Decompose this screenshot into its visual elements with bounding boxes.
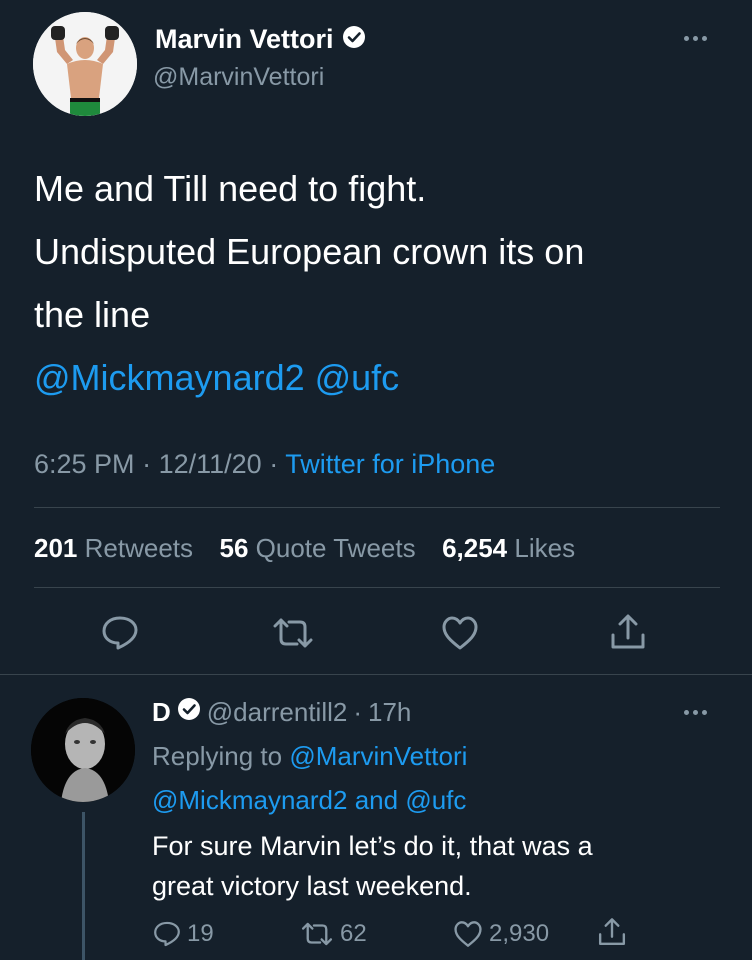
- verified-badge-icon: [177, 696, 201, 728]
- divider: [34, 587, 720, 588]
- like-icon: [442, 616, 478, 650]
- author-name[interactable]: Marvin Vettori: [155, 23, 334, 55]
- separator: ·: [269, 449, 279, 479]
- reply-icon: [154, 921, 180, 947]
- reply-avatar[interactable]: [31, 698, 135, 802]
- share-icon: [611, 614, 645, 649]
- reply-time[interactable]: 17h: [368, 696, 411, 728]
- retweet-button[interactable]: [271, 617, 315, 649]
- separator: ·: [142, 449, 152, 479]
- reply-button[interactable]: [101, 615, 139, 651]
- likes-count: 6,254: [442, 533, 508, 563]
- reply-retweet-button[interactable]: 62: [300, 920, 367, 948]
- reply-share-button[interactable]: [597, 917, 627, 947]
- retweet-icon: [273, 618, 313, 648]
- reply-icon: [102, 616, 138, 650]
- replying-to-user[interactable]: @Mickmaynard2: [152, 785, 347, 815]
- replying-to-user[interactable]: @ufc: [405, 785, 466, 815]
- verified-badge-icon: [342, 25, 366, 54]
- quotes-label: Quote Tweets: [255, 533, 416, 563]
- like-icon: [454, 921, 482, 947]
- tweet-stats: 201 Retweets 56 Quote Tweets 6,254 Likes: [34, 532, 575, 564]
- author-handle[interactable]: @MarvinVettori: [153, 62, 324, 92]
- reply-author-name[interactable]: D: [152, 696, 171, 728]
- replying-to-user[interactable]: @MarvinVettori: [289, 741, 467, 771]
- reply-author-handle[interactable]: @darrentill2: [207, 696, 348, 728]
- retweets-count: 201: [34, 533, 78, 563]
- share-button[interactable]: [609, 613, 647, 651]
- reply-avatar-image: [31, 698, 135, 802]
- reply-like-button[interactable]: 2,930: [453, 920, 549, 948]
- reply-header: D @darrentill2 · 17h: [152, 696, 411, 728]
- retweet-count: 62: [340, 920, 367, 947]
- tweet-meta: 6:25 PM · 12/11/20 · Twitter for iPhone: [34, 448, 495, 480]
- reply-text: For sure Marvin let’s do it, that was a …: [152, 826, 593, 906]
- tweet-mentions[interactable]: @Mickmaynard2 @ufc: [34, 346, 584, 409]
- quotes-stat[interactable]: 56 Quote Tweets: [219, 533, 422, 563]
- reply-text-line: For sure Marvin let’s do it, that was a: [152, 831, 593, 861]
- like-count: 2,930: [489, 920, 550, 947]
- avatar-image: [33, 12, 137, 116]
- tweet-date[interactable]: 12/11/20: [159, 449, 262, 479]
- thread-line: [82, 812, 85, 960]
- retweets-stat[interactable]: 201 Retweets: [34, 533, 200, 563]
- tweet-source[interactable]: Twitter for iPhone: [285, 449, 495, 479]
- tweet-text-line: Undisputed European crown its on: [34, 231, 585, 272]
- reply-reply-button[interactable]: 19: [153, 920, 214, 948]
- reply-more-options-icon[interactable]: [684, 710, 707, 715]
- like-button[interactable]: [441, 615, 479, 651]
- tweet-text: Me and Till need to fight. Undisputed Eu…: [34, 157, 584, 409]
- tweet-text-line: Me and Till need to fight.: [34, 168, 427, 209]
- divider: [34, 507, 720, 508]
- retweets-label: Retweets: [84, 533, 194, 563]
- likes-label: Likes: [514, 533, 576, 563]
- separator: ·: [353, 697, 363, 727]
- tweet-time[interactable]: 6:25 PM: [34, 449, 135, 479]
- reply-text-line: great victory last weekend.: [152, 871, 472, 901]
- more-options-icon[interactable]: [684, 36, 707, 41]
- replying-to: Replying to @MarvinVettori @Mickmaynard2…: [152, 734, 467, 822]
- tweet-text-line: the line: [34, 294, 151, 335]
- author-row: Marvin Vettori: [155, 23, 366, 55]
- retweet-icon: [301, 922, 333, 946]
- replying-to-and: and: [354, 785, 399, 815]
- avatar[interactable]: [33, 12, 137, 116]
- reply-count: 19: [187, 920, 214, 947]
- quotes-count: 56: [219, 533, 249, 563]
- divider: [0, 674, 752, 675]
- likes-stat[interactable]: 6,254 Likes: [442, 533, 575, 563]
- replying-to-label: Replying to: [152, 741, 283, 771]
- share-icon: [598, 918, 626, 946]
